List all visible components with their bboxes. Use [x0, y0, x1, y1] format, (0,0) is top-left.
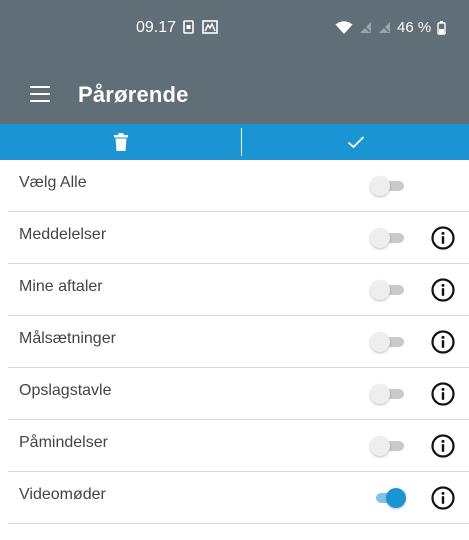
- info-icon[interactable]: [431, 382, 455, 406]
- list-item-label: Videomøder: [19, 486, 106, 503]
- info-icon[interactable]: [431, 486, 455, 510]
- toggle-thumb: [370, 384, 390, 404]
- toggle-switch[interactable]: [370, 228, 406, 248]
- signal-icon: [360, 22, 371, 33]
- status-time: 09.17: [136, 19, 177, 36]
- settings-list: Vælg Alle Meddelelser Mine aftaler Målsætni…: [8, 160, 469, 524]
- list-item-label: Vælg Alle: [19, 174, 87, 191]
- toggle-switch[interactable]: [370, 176, 406, 196]
- list-item-label: Målsætninger: [19, 330, 116, 347]
- toggle-thumb: [370, 176, 390, 196]
- list-item-label: Påmindelser: [19, 434, 108, 451]
- confirm-button[interactable]: [243, 124, 469, 160]
- toggle-thumb: [370, 332, 390, 352]
- status-notifications: [183, 20, 218, 34]
- info-icon[interactable]: [431, 434, 455, 458]
- list-item: Vælg Alle: [8, 160, 469, 212]
- status-bar: 09.17 46 %: [0, 0, 469, 66]
- info-icon[interactable]: [431, 226, 455, 250]
- toggle-switch[interactable]: [370, 280, 406, 300]
- battery-icon: [437, 20, 446, 35]
- toggle-thumb: [370, 436, 390, 456]
- trash-icon: [114, 133, 128, 151]
- wifi-icon: [335, 20, 353, 34]
- sim-icon: [183, 20, 194, 34]
- info-icon[interactable]: [431, 278, 455, 302]
- page-title: Pårørende: [78, 82, 189, 107]
- delete-button[interactable]: [0, 124, 242, 160]
- signal-icon: [379, 22, 390, 33]
- hamburger-menu-icon[interactable]: [30, 86, 50, 102]
- list-item: Opslagstavle: [8, 368, 469, 420]
- toggle-thumb: [386, 488, 406, 508]
- info-icon[interactable]: [431, 330, 455, 354]
- action-bar: [0, 124, 469, 160]
- action-divider: [241, 128, 242, 156]
- list-item: Målsætninger: [8, 316, 469, 368]
- list-item: Meddelelser: [8, 212, 469, 264]
- toggle-thumb: [370, 228, 390, 248]
- list-item: Mine aftaler: [8, 264, 469, 316]
- toggle-switch[interactable]: [370, 488, 406, 508]
- toggle-switch[interactable]: [370, 332, 406, 352]
- app-bar: Pårørende: [0, 66, 469, 124]
- gallery-icon: [202, 20, 218, 34]
- toggle-switch[interactable]: [370, 436, 406, 456]
- toggle-thumb: [370, 280, 390, 300]
- toggle-switch[interactable]: [370, 384, 406, 404]
- status-right: 46 %: [335, 19, 446, 36]
- list-item-label: Opslagstavle: [19, 382, 112, 399]
- list-item-label: Meddelelser: [19, 226, 107, 243]
- battery-percent: 46 %: [397, 19, 432, 36]
- list-item: Påmindelser: [8, 420, 469, 472]
- checkmark-icon: [347, 136, 365, 149]
- list-item: Videomøder: [8, 472, 469, 524]
- list-item-label: Mine aftaler: [19, 278, 103, 295]
